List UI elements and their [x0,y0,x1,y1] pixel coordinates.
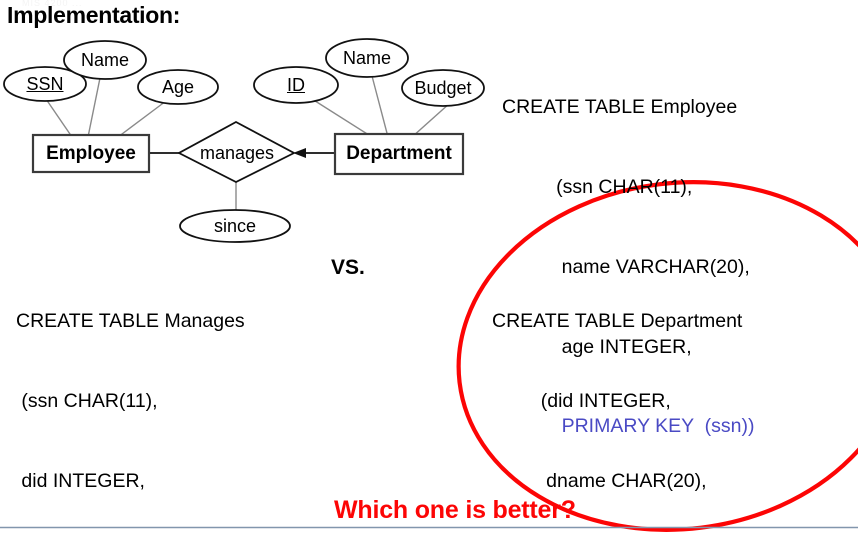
entity-label-department: Department [346,143,452,164]
page-title: Implementation: [7,2,181,28]
attribute-label-name-employee: Name [80,50,129,70]
sql-line: (did INTEGER, [492,389,671,412]
attribute-label-name-department: Name [342,48,391,68]
connector-name-employee [87,77,101,138]
question-text: Which one is better? [334,496,576,524]
attribute-label-ssn: SSN [26,74,64,94]
sql-block-manages: CREATE TABLE Manages (ssn CHAR(11), did … [16,255,273,534]
sql-line: (ssn CHAR(11), [502,175,693,198]
vs-label: VS. [331,256,365,279]
sql-line: dname CHAR(20), [492,469,707,492]
attribute-label-since: since [213,216,257,236]
attribute-label-budget: Budget [414,78,472,98]
connector-name-department [371,75,389,138]
connector-age-employee [117,100,167,138]
sql-block-department: CREATE TABLE Department (did INTEGER, dn… [492,255,799,534]
connector-id-department [311,98,373,138]
entity-label-employee: Employee [46,143,136,164]
relationship-label-manages: manages [199,143,275,163]
sql-line: CREATE TABLE Department [492,310,743,333]
attribute-label-age: Age [161,77,195,97]
sql-line: did INTEGER, [16,469,145,492]
slide-canvas: MIS 4200 ... Implementation: SSN Name Ag… [0,0,858,534]
sql-line: CREATE TABLE Manages [16,310,245,333]
sql-line: (ssn CHAR(11), [16,389,158,412]
connector-budget-department [411,102,451,138]
attribute-label-id: ID [287,75,305,95]
sql-line: CREATE TABLE Employee [502,96,738,119]
connector-ssn-employee [45,98,73,138]
